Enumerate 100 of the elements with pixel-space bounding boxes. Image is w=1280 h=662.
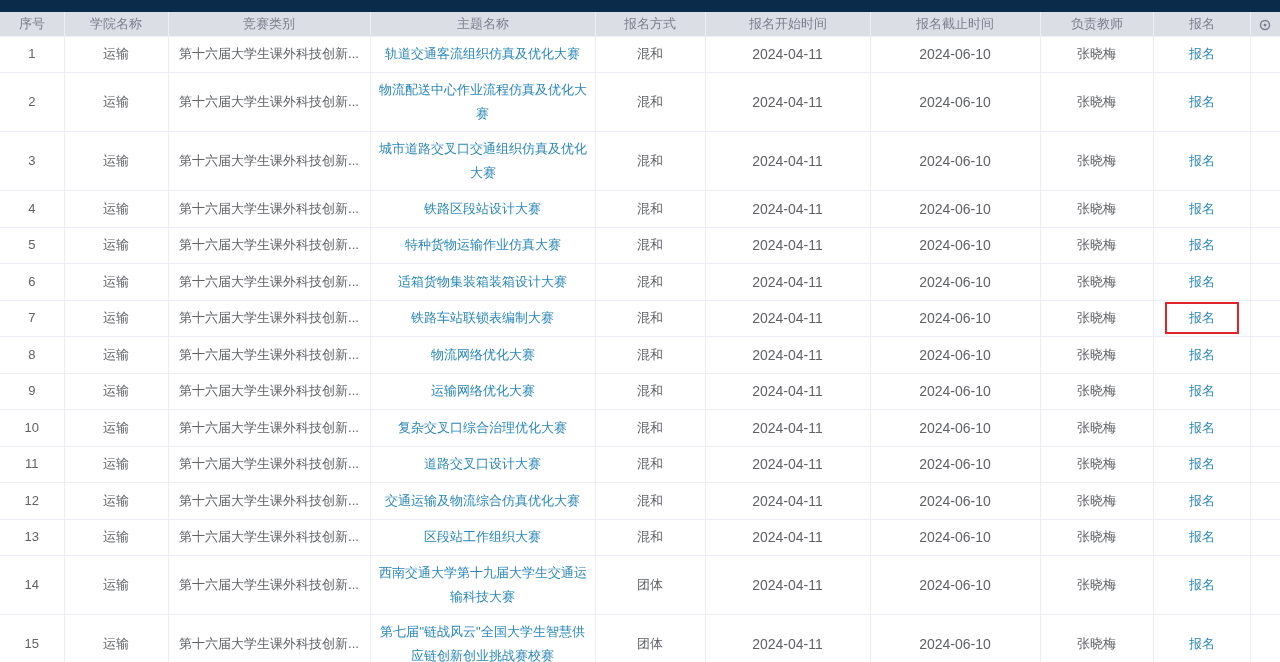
topic-link[interactable]: 铁路车站联锁表编制大赛 (378, 301, 587, 336)
table-cell: 张晓梅 (1040, 263, 1153, 300)
table-cell: 2024-04-11 (705, 263, 870, 300)
table-cell: 第十六届大学生课外科技创新... (168, 555, 370, 615)
table-cell: 运输 (64, 227, 168, 264)
table-cell: 2024-06-10 (870, 131, 1040, 191)
register-link[interactable]: 报名 (1188, 345, 1215, 364)
table-cell: 第十六届大学生课外科技创新... (168, 227, 370, 264)
column-header: 报名开始时间 (705, 12, 870, 36)
register-link[interactable]: 报名 (1188, 45, 1215, 64)
table-cell: 10 (0, 409, 64, 446)
column-header: 序号 (0, 12, 64, 36)
topic-link[interactable]: 物流网络优化大赛 (378, 337, 587, 372)
table-cell: 2024-06-10 (870, 555, 1040, 615)
topic-link[interactable]: 运输网络优化大赛 (378, 374, 587, 409)
table-cell: 张晓梅 (1040, 614, 1153, 662)
table-cell: 2024-06-10 (870, 482, 1040, 519)
table-cell: 运输 (64, 336, 168, 373)
table-cell: 3 (0, 131, 64, 191)
table-cell: 运输 (64, 36, 168, 73)
table-cell: 6 (0, 263, 64, 300)
table-cell: 张晓梅 (1040, 36, 1153, 73)
table-cell: 15 (0, 614, 64, 662)
table-cell: 2024-04-11 (705, 227, 870, 264)
table-cell: 2024-06-10 (870, 300, 1040, 337)
table-cell: 2024-04-11 (705, 300, 870, 337)
topic-link[interactable]: 第七届"链战风云"全国大学生智慧供应链创新创业挑战赛校赛 (378, 615, 587, 662)
topic-link[interactable]: 复杂交叉口综合治理优化大赛 (378, 410, 587, 445)
topic-link[interactable]: 区段站工作组织大赛 (378, 520, 587, 555)
topic-link[interactable]: 铁路区段站设计大赛 (378, 191, 587, 226)
table-cell: 张晓梅 (1040, 373, 1153, 410)
table-cell: 第十六届大学生课外科技创新... (168, 409, 370, 446)
table-cell: 2024-06-10 (870, 190, 1040, 227)
table-cell: 2024-06-10 (870, 36, 1040, 73)
register-link[interactable]: 报名 (1188, 236, 1215, 255)
topic-link[interactable]: 特种货物运输作业仿真大赛 (378, 228, 587, 263)
column-header: 竞赛类别 (168, 12, 370, 36)
table-cell: 团体 (595, 614, 705, 662)
topic-link[interactable]: 物流配送中心作业流程仿真及优化大赛 (378, 73, 587, 131)
topic-link[interactable]: 道路交叉口设计大赛 (378, 447, 587, 482)
register-link[interactable]: 报名 (1188, 528, 1215, 547)
table-cell: 团体 (595, 555, 705, 615)
table-cell: 2024-04-11 (705, 555, 870, 615)
table-cell: 第十六届大学生课外科技创新... (168, 190, 370, 227)
table-cell: 混和 (595, 409, 705, 446)
table-cell: 运输 (64, 482, 168, 519)
table-cell: 12 (0, 482, 64, 519)
table-cell: 张晓梅 (1040, 482, 1153, 519)
table-cell: 2024-04-11 (705, 614, 870, 662)
table-cell: 张晓梅 (1040, 300, 1153, 337)
table-cell: 运输 (64, 519, 168, 556)
table-cell: 张晓梅 (1040, 131, 1153, 191)
table-cell: 张晓梅 (1040, 336, 1153, 373)
register-link[interactable]: 报名 (1188, 491, 1215, 510)
register-link[interactable]: 报名 (1188, 455, 1215, 474)
table-cell: 混和 (595, 482, 705, 519)
register-link[interactable]: 报名 (1188, 93, 1215, 111)
register-link[interactable]: 报名 (1188, 272, 1215, 291)
table-cell: 第十六届大学生课外科技创新... (168, 446, 370, 483)
table-cell: 混和 (595, 131, 705, 191)
table-cell: 张晓梅 (1040, 446, 1153, 483)
table-cell: 运输 (64, 72, 168, 132)
topic-link[interactable]: 轨道交通客流组织仿真及优化大赛 (378, 37, 587, 72)
table-cell: 混和 (595, 190, 705, 227)
settings-icon[interactable] (1259, 18, 1272, 31)
topic-link[interactable]: 西南交通大学第十九届大学生交通运输科技大赛 (378, 556, 587, 614)
table-cell: 2024-06-10 (870, 373, 1040, 410)
topic-link[interactable]: 城市道路交叉口交通组织仿真及优化大赛 (378, 132, 587, 190)
table-cell: 第十六届大学生课外科技创新... (168, 263, 370, 300)
table-cell: 2024-06-10 (870, 614, 1040, 662)
table-cell: 2024-04-11 (705, 72, 870, 132)
column-header: 学院名称 (64, 12, 168, 36)
table-cell: 张晓梅 (1040, 555, 1153, 615)
column-header: 报名 (1153, 12, 1250, 36)
table-cell: 1 (0, 36, 64, 73)
table-cell: 2024-06-10 (870, 409, 1040, 446)
table-cell: 第十六届大学生课外科技创新... (168, 336, 370, 373)
table-cell: 第十六届大学生课外科技创新... (168, 300, 370, 337)
register-link[interactable]: 报名 (1188, 152, 1215, 170)
register-link[interactable]: 报名 (1164, 302, 1239, 335)
register-link[interactable]: 报名 (1188, 635, 1215, 653)
table-cell: 混和 (595, 227, 705, 264)
table-cell: 第十六届大学生课外科技创新... (168, 36, 370, 73)
column-header: 报名方式 (595, 12, 705, 36)
register-link[interactable]: 报名 (1188, 576, 1215, 594)
table-cell: 2024-06-10 (870, 72, 1040, 132)
table-cell: 张晓梅 (1040, 72, 1153, 132)
table-cell: 运输 (64, 373, 168, 410)
register-link[interactable]: 报名 (1188, 199, 1215, 218)
table-cell: 7 (0, 300, 64, 337)
table-cell: 张晓梅 (1040, 190, 1153, 227)
table-cell: 2024-06-10 (870, 336, 1040, 373)
table-cell: 第十六届大学生课外科技创新... (168, 373, 370, 410)
topic-link[interactable]: 适箱货物集装箱装箱设计大赛 (378, 264, 587, 299)
table-cell: 混和 (595, 446, 705, 483)
topic-link[interactable]: 交通运输及物流综合仿真优化大赛 (378, 483, 587, 518)
table-cell: 2024-06-10 (870, 519, 1040, 556)
register-link[interactable]: 报名 (1188, 418, 1215, 437)
table-cell: 混和 (595, 373, 705, 410)
register-link[interactable]: 报名 (1188, 382, 1215, 401)
